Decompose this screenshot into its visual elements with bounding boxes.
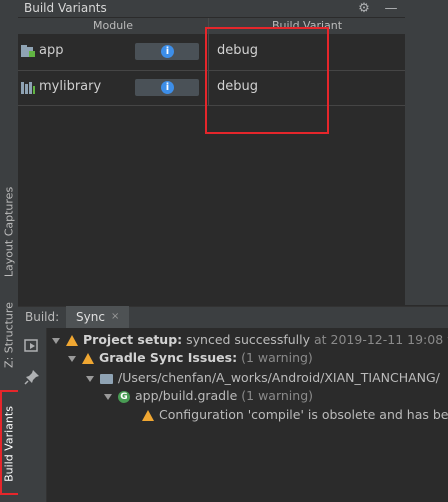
scrollbar-gutter (405, 17, 448, 305)
rerun-icon[interactable] (24, 337, 40, 353)
build-window-label: Build: (25, 310, 60, 324)
minimize-icon[interactable]: — (381, 0, 401, 17)
warning-icon (82, 353, 94, 364)
tree-row-count: (1 warning) (241, 350, 313, 365)
tree-row-text: app/build.gradle (135, 388, 238, 403)
module-name-app: app (39, 43, 64, 58)
expand-arrow-icon[interactable] (86, 375, 94, 382)
tree-row-text: /Users/chenfan/A_works/Android/XIAN_TIAN… (118, 370, 440, 385)
tree-row-text: Configuration 'compile' is obsolete and … (159, 407, 448, 422)
library-module-icon (21, 82, 35, 94)
info-button[interactable]: i (135, 79, 199, 96)
tree-row-project-path[interactable]: /Users/chenfan/A_works/Android/XIAN_TIAN… (86, 369, 440, 387)
tree-row-build-gradle[interactable]: Gapp/build.gradle (1 warning) (104, 387, 313, 405)
expand-arrow-icon[interactable] (104, 393, 112, 400)
gear-icon[interactable]: ⚙ (354, 0, 374, 17)
tab-z-structure-label: Z: Structure (2, 302, 16, 368)
tab-sync-label: Sync (76, 310, 105, 324)
warning-icon (142, 410, 154, 421)
info-button[interactable]: i (135, 43, 199, 60)
tree-row-bold: Project setup: (83, 332, 183, 347)
tree-row-gradle-sync-issues[interactable]: Gradle Sync Issues: (1 warning) (68, 349, 313, 367)
tree-row-project-setup[interactable]: Project setup: synced successfully at 20… (52, 331, 448, 349)
variant-column-highlight (205, 27, 329, 134)
tab-layout-captures-label: Layout Captures (2, 186, 16, 278)
expand-arrow-icon[interactable] (68, 355, 76, 362)
module-name-mylibrary: mylibrary (39, 79, 102, 94)
info-icon: i (161, 81, 174, 94)
column-header-module[interactable]: Module (18, 18, 208, 34)
gradle-file-icon: G (118, 390, 130, 403)
tree-row-configuration-warning[interactable]: Configuration 'compile' is obsolete and … (142, 406, 448, 424)
info-icon: i (161, 45, 174, 58)
build-variants-title: Build Variants (24, 1, 107, 15)
tree-row-trail: w (443, 332, 448, 347)
build-toolbar (18, 328, 47, 502)
tree-row-bold: Gradle Sync Issues: (99, 350, 238, 365)
app-module-icon (21, 45, 35, 57)
tree-row-text: synced successfully (182, 332, 310, 347)
tab-layout-captures[interactable]: Layout Captures (0, 178, 18, 286)
pin-icon[interactable] (24, 369, 40, 385)
tree-row-timestamp: at 2019-12-11 19:08 (310, 332, 444, 347)
close-icon[interactable]: × (111, 306, 119, 328)
expand-arrow-icon[interactable] (52, 337, 60, 344)
folder-icon (100, 373, 113, 384)
tree-row-count: (1 warning) (241, 388, 314, 403)
tab-z-structure[interactable]: Z: Structure (0, 300, 18, 370)
warning-icon (66, 335, 78, 346)
